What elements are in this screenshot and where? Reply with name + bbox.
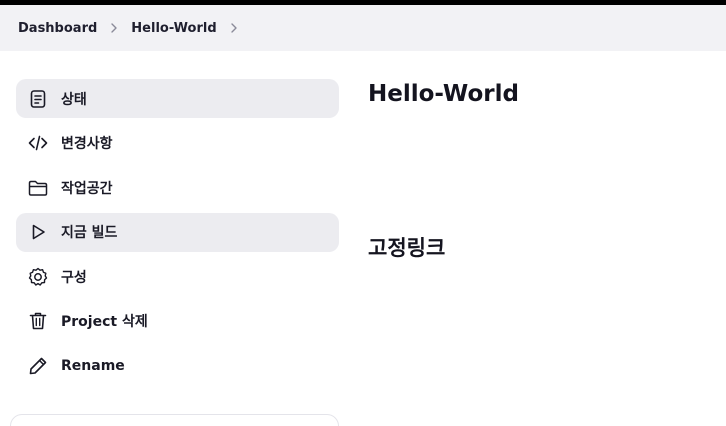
sidebar-item-rename[interactable]: Rename — [16, 346, 339, 385]
chevron-right-icon[interactable] — [103, 5, 125, 51]
page-title: Hello-World — [368, 81, 519, 107]
code-icon — [28, 133, 48, 153]
sidebar-item-status[interactable]: 상태 — [16, 79, 339, 118]
breadcrumb-hello-world[interactable]: Hello-World — [131, 21, 216, 36]
permalinks-heading: 고정링크 — [368, 236, 446, 260]
folder-icon — [28, 178, 48, 198]
sidebar-item-configure[interactable]: 구성 — [16, 257, 339, 296]
gear-icon — [28, 267, 48, 287]
document-icon — [28, 89, 48, 109]
sidebar-item-label: Project 삭제 — [61, 314, 148, 330]
sidebar-item-label: 지금 빌드 — [61, 225, 118, 241]
sidebar: 상태 변경사항 작업공간 지금 빌드 구성 Project 삭제 Rename — [16, 79, 339, 391]
sidebar-item-label: 작업공간 — [61, 180, 113, 197]
sidebar-item-delete-project[interactable]: Project 삭제 — [16, 302, 339, 341]
chevron-right-icon[interactable] — [223, 5, 245, 51]
sidebar-item-build-now[interactable]: 지금 빌드 — [16, 212, 339, 252]
sidebar-item-changes[interactable]: 변경사항 — [16, 124, 339, 163]
sidebar-item-label: Rename — [61, 357, 125, 374]
trash-icon — [28, 311, 48, 331]
breadcrumb: Dashboard Hello-World — [0, 5, 726, 51]
sidebar-item-label: 변경사항 — [61, 136, 113, 152]
breadcrumb-dashboard[interactable]: Dashboard — [18, 21, 97, 36]
sidebar-item-label: 상태 — [61, 91, 87, 108]
sidebar-item-workspace[interactable]: 작업공간 — [16, 168, 339, 207]
play-icon — [28, 222, 48, 242]
build-history-card — [10, 414, 339, 426]
pencil-icon — [28, 356, 48, 376]
sidebar-item-label: 구성 — [61, 269, 87, 286]
